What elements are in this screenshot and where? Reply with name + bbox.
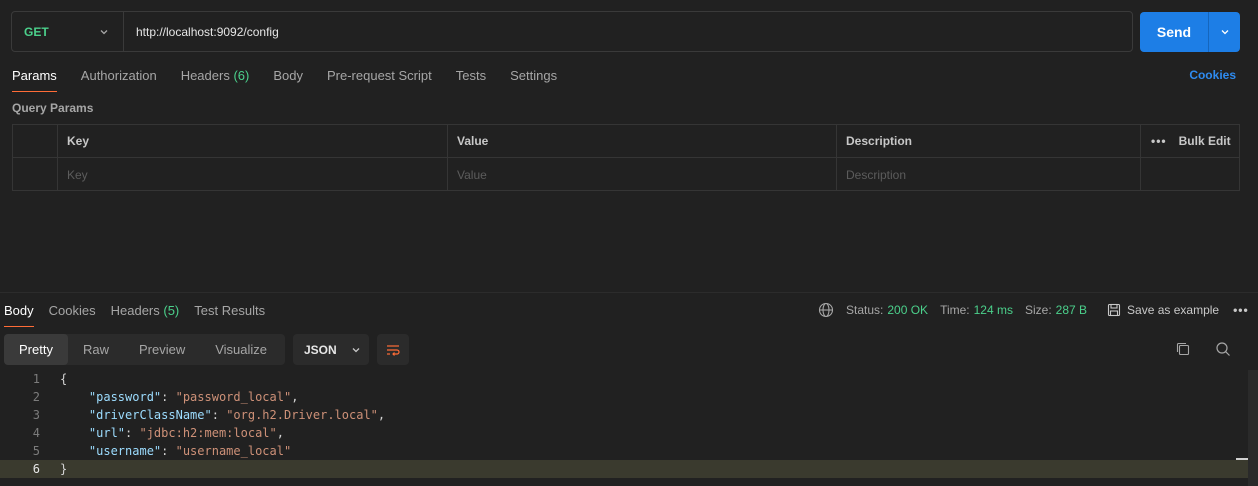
time-value[interactable]: 124 ms [974, 303, 1013, 317]
table-header-row: Key Value Description ••• Bulk Edit [13, 125, 1239, 158]
empty-cell [1141, 158, 1239, 191]
tab-authorization[interactable]: Authorization [81, 66, 157, 92]
row-checkbox-cell [13, 158, 58, 191]
time-label: Time: [940, 303, 970, 317]
response-tab-cookies[interactable]: Cookies [49, 301, 96, 327]
line-number: 3 [32, 408, 40, 422]
tab-label: Headers [180, 68, 230, 83]
size-label: Size: [1024, 303, 1052, 317]
save-icon [1107, 303, 1121, 317]
bulk-edit-button[interactable]: ••• Bulk Edit [1141, 125, 1239, 157]
tab-count: (6) [233, 68, 250, 83]
line-number: 1 [32, 372, 40, 386]
save-as-example-label: Save as example [1127, 303, 1220, 317]
scrollbar-thumb[interactable] [1236, 458, 1248, 460]
line-number: 4 [32, 426, 40, 440]
code-line[interactable]: 5 "username": "username_local" [0, 442, 1248, 460]
response-status-bar: Status: 200 OK Time: 124 ms Size: 287 B … [818, 301, 1249, 319]
tab-label: Cookies [48, 303, 96, 318]
wrap-lines-icon [387, 344, 400, 356]
code-text: "username": "username_local" [88, 444, 292, 458]
tab-settings[interactable]: Settings [510, 66, 557, 92]
editor-scrollbar[interactable] [1248, 370, 1258, 486]
description-input[interactable]: Description [837, 158, 1141, 191]
chevron-down-icon [352, 347, 360, 352]
tab-params[interactable]: Params [12, 66, 57, 92]
view-pretty[interactable]: Pretty [4, 334, 68, 365]
line-number: 2 [32, 390, 40, 404]
tab-pre-request-script[interactable]: Pre-request Script [327, 66, 432, 92]
request-bar: GET [11, 11, 1133, 52]
value-input[interactable]: Value [448, 158, 837, 191]
chevron-down-icon [1221, 30, 1228, 35]
tab-tests[interactable]: Tests [456, 66, 486, 92]
code-text: "url": "jdbc:h2:mem:local", [88, 426, 284, 440]
code-line[interactable]: 4 "url": "jdbc:h2:mem:local", [0, 424, 1248, 442]
copy-icon[interactable] [1175, 341, 1191, 357]
send-button-group: Send [1140, 12, 1240, 52]
code-line[interactable]: 1{ [0, 370, 1248, 388]
tab-label: Authorization [80, 68, 157, 83]
method-label: GET [24, 24, 49, 39]
code-line[interactable]: 6} [0, 460, 1248, 478]
more-options-icon[interactable]: ••• [1151, 134, 1167, 148]
query-params-table: Key Value Description ••• Bulk Edit Key … [12, 124, 1240, 191]
response-body-editor[interactable]: 1{2 "password": "password_local", 3 "driv… [0, 370, 1258, 486]
tab-label: Params [12, 68, 57, 83]
send-button[interactable]: Send [1140, 12, 1208, 52]
format-select[interactable]: JSON [293, 334, 369, 365]
tab-label: Pre-request Script [326, 68, 432, 83]
tab-label: Body [273, 68, 303, 83]
url-input[interactable] [124, 24, 1132, 39]
save-as-example-button[interactable]: Save as example [1107, 303, 1219, 317]
view-visualize[interactable]: Visualize [185, 334, 267, 365]
response-tab-headers[interactable]: Headers (5) [111, 301, 180, 327]
code-text: { [60, 372, 68, 386]
globe-icon[interactable] [818, 302, 834, 318]
response-tabs: Body Cookies Headers (5) Test Results [4, 301, 280, 327]
bulk-edit-label: Bulk Edit [1178, 134, 1231, 148]
tab-label: Body [4, 303, 34, 318]
table-row: Key Value Description [13, 158, 1239, 191]
tab-label: Headers [110, 303, 160, 318]
line-number: 5 [32, 444, 40, 458]
key-input[interactable]: Key [58, 158, 448, 191]
value-header: Value [448, 125, 837, 157]
code-text: } [60, 462, 68, 476]
tab-headers[interactable]: Headers (6) [181, 66, 250, 92]
description-header: Description [837, 125, 1141, 157]
tab-count: (5) [163, 303, 180, 318]
code-text: "driverClassName": "org.h2.Driver.local"… [88, 408, 386, 422]
request-tabs: Params Authorization Headers (6) Body Pr… [12, 66, 581, 92]
code-text: "password": "password_local", [88, 390, 299, 404]
wrap-lines-button[interactable] [377, 334, 409, 365]
code-line[interactable]: 3 "driverClassName": "org.h2.Driver.loca… [0, 406, 1248, 424]
status-label: Status: [846, 303, 884, 317]
response-tab-test-results[interactable]: Test Results [194, 301, 265, 327]
checkbox-column [13, 125, 58, 157]
view-preview[interactable]: Preview [109, 334, 185, 365]
response-tab-body[interactable]: Body [4, 301, 34, 327]
tab-label: Settings [510, 68, 558, 83]
send-dropdown[interactable] [1208, 12, 1240, 52]
method-select[interactable]: GET [12, 12, 124, 51]
line-number: 6 [32, 462, 40, 476]
chevron-down-icon [100, 29, 108, 34]
cookies-link[interactable]: Cookies [1189, 68, 1236, 82]
tab-label: Tests [455, 68, 487, 83]
search-icon[interactable] [1215, 341, 1231, 357]
status-value[interactable]: 200 OK [887, 303, 928, 317]
tab-body[interactable]: Body [273, 66, 303, 92]
query-params-title: Query Params [12, 101, 94, 115]
format-label: JSON [304, 342, 337, 357]
response-view-selector: Pretty Raw Preview Visualize [4, 334, 285, 365]
tab-label: Test Results [194, 303, 266, 318]
size-value[interactable]: 287 B [1056, 303, 1087, 317]
more-options-icon[interactable]: ••• [1233, 303, 1249, 317]
view-raw[interactable]: Raw [68, 334, 109, 365]
key-header: Key [58, 125, 448, 157]
response-divider[interactable] [0, 292, 1258, 293]
code-line[interactable]: 2 "password": "password_local", [0, 388, 1248, 406]
